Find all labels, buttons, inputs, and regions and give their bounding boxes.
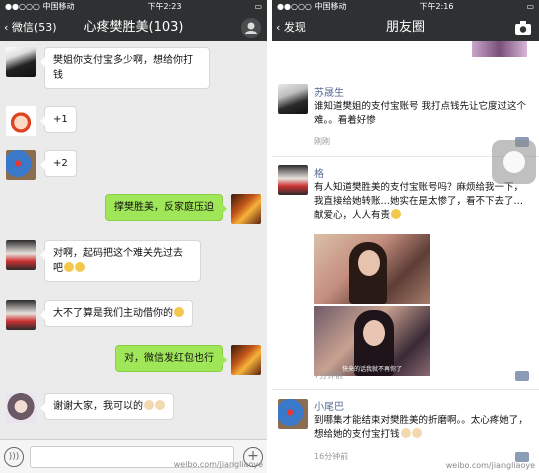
message-bubble[interactable]: 谢谢大家，我可以的	[40, 393, 174, 420]
message-row: 撑樊胜美，反家庭压迫	[105, 194, 261, 224]
time-text: 下午2:16	[419, 2, 454, 11]
group-members-icon[interactable]	[241, 18, 261, 38]
carrier-text: ●●○○○ 中国移动	[5, 2, 75, 11]
message-row: +1	[6, 106, 77, 136]
emoji-icon	[391, 209, 402, 219]
avatar[interactable]	[6, 150, 36, 180]
nav-bar: ‹ 发现 朋友圈	[272, 14, 539, 41]
post-text: 有人知道樊胜美的支付宝账号吗？麻烦给我一下，我直接给她转账…她实在是太惨了，看不…	[314, 181, 529, 223]
avatar[interactable]	[6, 47, 36, 77]
post-photos: 快来的话我就不再你了	[314, 234, 430, 376]
message-row: 樊姐你支付宝多少啊，想给你打钱	[6, 47, 210, 89]
avatar[interactable]	[231, 194, 261, 224]
input-bar: ))) + weibo.com/jiangliaoye	[0, 439, 267, 473]
message-bubble[interactable]: 樊姐你支付宝多少啊，想给你打钱	[40, 47, 210, 89]
photo-face	[358, 250, 380, 276]
message-text: 大不了算是我们主动借你的	[53, 308, 173, 319]
battery-icon: ▭	[526, 2, 534, 11]
poster-name[interactable]: 苏晟生	[314, 84, 344, 99]
emoji-icon	[411, 428, 422, 438]
message-bubble[interactable]: 对啊，起码把这个难关先过去吧	[40, 240, 201, 282]
screenshot: ●●○○○ 中国移动 下午2:23 ▭ ‹ 微信(53) 心疼樊胜美(103) …	[0, 0, 539, 473]
watermark: weibo.com/jiangliaoye	[173, 460, 263, 469]
message-bubble[interactable]: +1	[40, 106, 77, 133]
emoji-icon	[144, 400, 154, 410]
avatar[interactable]	[231, 345, 261, 375]
message-bubble[interactable]: 大不了算是我们主动借你的	[40, 300, 193, 327]
emoji-icon	[174, 307, 184, 317]
message-bubble[interactable]: 对，微信发红包也行	[115, 345, 227, 372]
post-time: 16分钟前	[314, 452, 349, 461]
page-title: 朋友圈	[385, 20, 425, 35]
watermark: weibo.com/jiangliaoye	[445, 461, 535, 470]
poster-name[interactable]: 格	[314, 165, 324, 180]
photo-face	[363, 320, 385, 346]
avatar[interactable]	[278, 165, 308, 195]
status-bar: ●●○○○ 中国移动 下午2:23 ▭	[0, 0, 267, 14]
poster-name[interactable]: 小尾巴	[314, 398, 344, 413]
assistive-touch-icon	[503, 151, 525, 173]
message-bubble[interactable]: +2	[40, 150, 77, 177]
message-row: 大不了算是我们主动借你的	[6, 300, 193, 330]
group-chat-panel: ●●○○○ 中国移动 下午2:23 ▭ ‹ 微信(53) 心疼樊胜美(103) …	[0, 0, 267, 473]
emoji-icon	[64, 262, 74, 272]
post-time: 7分钟前	[314, 371, 344, 380]
post-text: 谁知道樊姐的支付宝账号 我打点钱先让它度过这个难。。看着好惨	[314, 101, 527, 126]
message-text: 谢谢大家，我可以的	[53, 401, 143, 412]
avatar[interactable]	[6, 393, 36, 423]
moment-post: 格 有人知道樊胜美的支付宝账号吗？麻烦给我一下，我直接给她转账…她实在是太惨了，…	[272, 160, 539, 390]
avatar[interactable]	[6, 106, 36, 136]
carrier-text: ●●○○○ 中国移动	[277, 2, 347, 11]
voice-icon[interactable]: )))	[4, 447, 24, 467]
divider	[272, 389, 539, 390]
message-row: 对啊，起码把这个难关先过去吧	[6, 240, 201, 282]
cover-image	[472, 41, 527, 57]
emoji-icon	[75, 262, 85, 272]
post-time: 刚刚	[314, 137, 330, 146]
moments-panel: ●●○○○ 中国移动 下午2:16 ▭ ‹ 发现 朋友圈 苏晟生 谁知道樊姐的支…	[272, 0, 539, 473]
nav-bar: ‹ 微信(53) 心疼樊胜美(103)	[0, 14, 267, 41]
time-text: 下午2:23	[147, 2, 182, 11]
avatar[interactable]	[6, 300, 36, 330]
chat-title: 心疼樊胜美(103)	[83, 20, 184, 35]
emoji-icon	[400, 428, 411, 438]
message-row: 对，微信发红包也行	[115, 345, 261, 375]
post-text: 到哪集才能结束对樊胜美的折磨啊。。太心疼她了，想给她的支付宝打钱	[314, 414, 529, 442]
message-row: 谢谢大家，我可以的	[6, 393, 174, 423]
battery-icon: ▭	[254, 2, 262, 11]
photo-2[interactable]: 快来的话我就不再你了	[314, 306, 430, 376]
avatar[interactable]	[6, 240, 36, 270]
message-bubble[interactable]: 撑樊胜美，反家庭压迫	[105, 194, 227, 221]
comment-icon[interactable]	[515, 371, 529, 381]
message-row: +2	[6, 150, 77, 180]
assistive-touch-button[interactable]	[492, 140, 536, 184]
avatar[interactable]	[278, 399, 308, 429]
status-bar: ●●○○○ 中国移动 下午2:16 ▭	[272, 0, 539, 14]
post-text-content: 到哪集才能结束对樊胜美的折磨啊。。太心疼她了，想给她的支付宝打钱	[314, 415, 528, 440]
camera-icon[interactable]	[513, 18, 533, 38]
emoji-icon	[155, 400, 165, 410]
post-text-content: 有人知道樊胜美的支付宝账号吗？麻烦给我一下，我直接给她转账…她实在是太惨了，看不…	[314, 182, 524, 221]
avatar[interactable]	[278, 84, 308, 114]
photo-1[interactable]	[314, 234, 430, 304]
